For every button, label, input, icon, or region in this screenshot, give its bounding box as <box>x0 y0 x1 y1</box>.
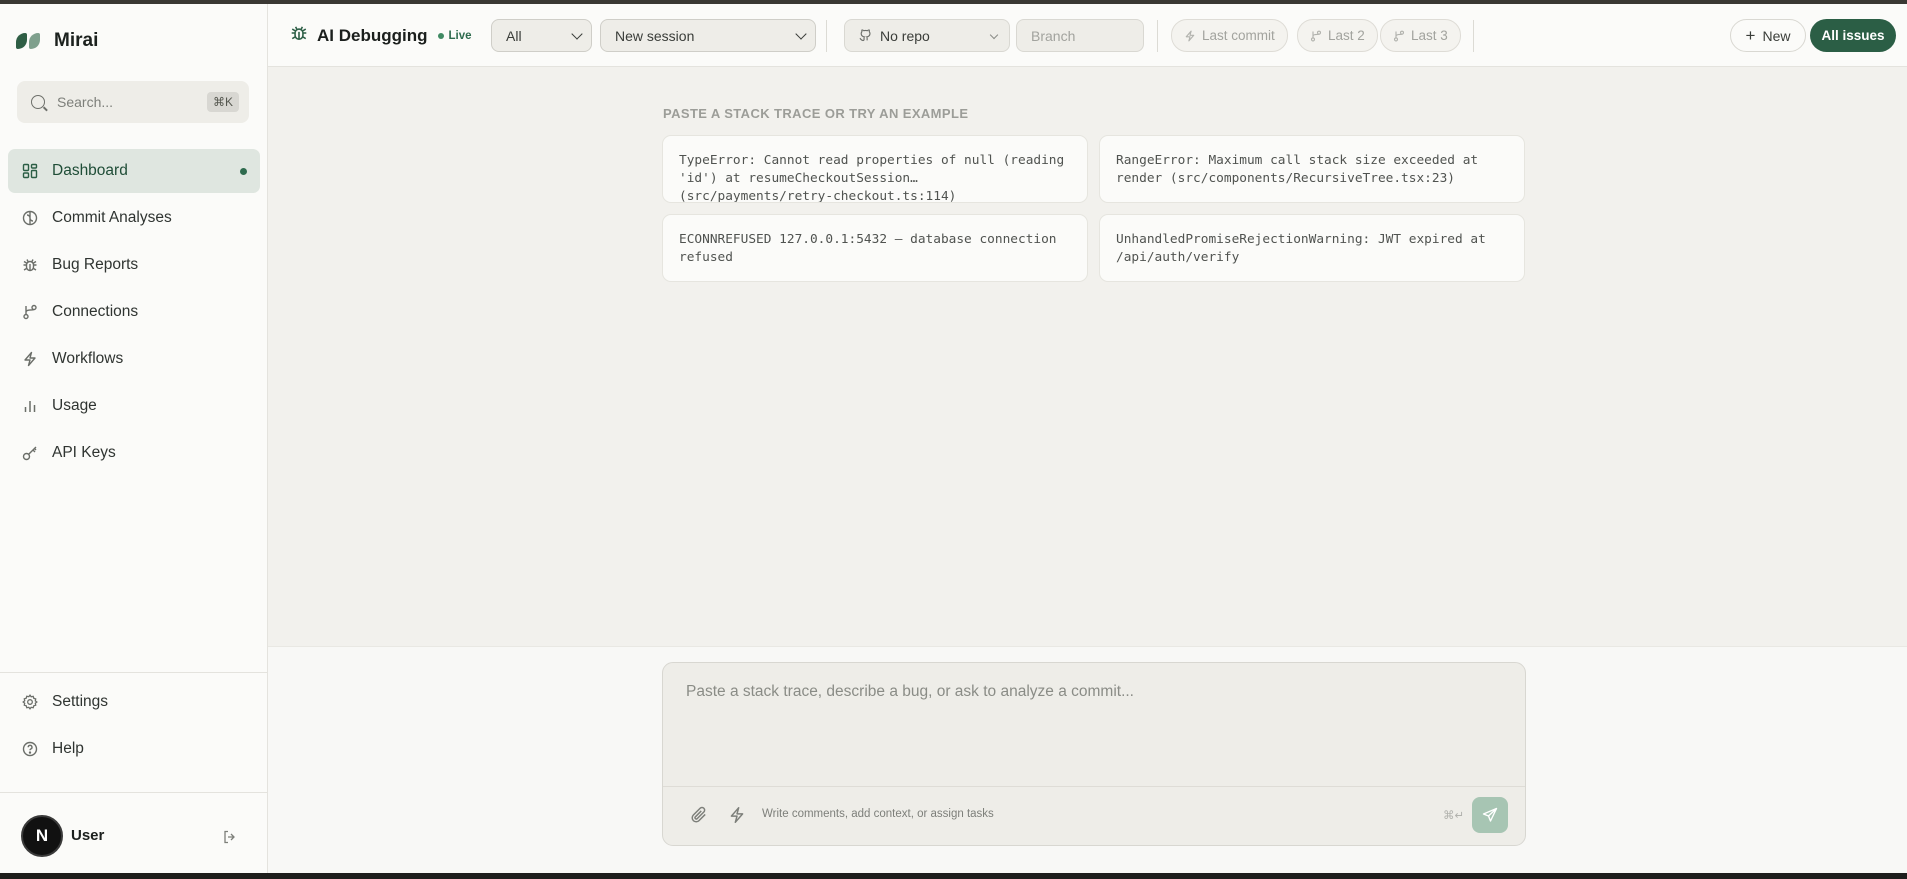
sidebar-item-label: Help <box>52 740 84 757</box>
sidebar-item-workflows[interactable]: Workflows <box>8 337 260 381</box>
example-card[interactable]: TypeError: Cannot read properties of nul… <box>662 135 1088 203</box>
logout-icon[interactable] <box>222 829 238 845</box>
live-dot <box>438 32 445 39</box>
branch-placeholder: Branch <box>1031 27 1076 44</box>
sidebar-item-label: API Keys <box>52 444 116 461</box>
page-title: AI Debugging <box>317 25 428 45</box>
bolt-icon <box>22 351 38 367</box>
last-commit-label: Last commit <box>1202 28 1275 43</box>
sidebar-item-bug-reports[interactable]: Bug Reports <box>8 243 260 287</box>
bug-icon <box>290 24 308 47</box>
page-title-group: AI Debugging Live <box>290 24 472 47</box>
search-input[interactable]: Search... ⌘K <box>17 81 249 123</box>
divider <box>1473 20 1474 52</box>
last-3-button[interactable]: Last 3 <box>1380 19 1461 52</box>
dashboard-icon <box>22 163 38 179</box>
github-icon <box>859 29 872 42</box>
user-profile: N User <box>0 792 268 872</box>
help-icon <box>22 741 38 757</box>
search-shortcut: ⌘K <box>206 92 239 112</box>
composer-divider <box>663 786 1525 787</box>
window-bottom-strip <box>0 873 1907 879</box>
example-card[interactable]: ECONNREFUSED 127.0.0.1:5432 — database c… <box>662 214 1088 282</box>
session-select[interactable]: New session <box>600 19 816 52</box>
example-card[interactable]: UnhandledPromiseRejectionWarning: JWT ex… <box>1099 214 1525 282</box>
sidebar-item-label: Settings <box>52 693 109 710</box>
last-2-label: Last 2 <box>1328 28 1365 43</box>
last-3-label: Last 3 <box>1411 28 1448 43</box>
example-card[interactable]: RangeError: Maximum call stack size exce… <box>1099 135 1525 203</box>
status-badge: Live <box>438 29 472 42</box>
brand[interactable]: Mirai <box>16 30 98 52</box>
new-button-label: New <box>1762 27 1791 44</box>
all-issues-label: All issues <box>1821 28 1885 43</box>
plus-icon: + <box>1745 26 1756 45</box>
composer-input[interactable]: Paste a stack trace, describe a bug, or … <box>686 683 1134 701</box>
sidebar-item-connections[interactable]: Connections <box>8 290 260 334</box>
bar-chart-icon <box>22 398 38 414</box>
sidebar-item-label: Commit Analyses <box>52 209 172 226</box>
bolt-icon <box>1185 30 1195 41</box>
sidebar-nav: Dashboard Commit Analyses Bug Reports Co… <box>8 149 260 478</box>
session-select-value: New session <box>615 27 695 44</box>
examples-heading: PASTE A STACK TRACE OR TRY AN EXAMPLE <box>663 106 969 121</box>
brand-name: Mirai <box>54 30 99 51</box>
comment-input[interactable]: Write comments, add context, or assign t… <box>762 808 994 820</box>
status-label: Live <box>448 29 472 42</box>
sidebar-item-label: Usage <box>52 397 97 414</box>
last-commit-button[interactable]: Last commit <box>1171 19 1288 52</box>
sidebar-item-help[interactable]: Help <box>8 727 260 771</box>
search-placeholder: Search... <box>57 94 114 110</box>
all-issues-button[interactable]: All issues <box>1810 19 1896 52</box>
gear-icon <box>22 694 38 710</box>
divider <box>1157 20 1158 52</box>
sidebar-item-commit-analyses[interactable]: Commit Analyses <box>8 196 260 240</box>
sidebar-item-label: Dashboard <box>52 162 128 179</box>
sidebar-item-usage[interactable]: Usage <box>8 384 260 428</box>
sidebar: Mirai Search... ⌘K Dashboard Commit Anal… <box>0 4 268 873</box>
sidebar-item-api-keys[interactable]: API Keys <box>8 431 260 475</box>
sidebar-item-dashboard[interactable]: Dashboard <box>8 149 260 193</box>
sidebar-item-label: Bug Reports <box>52 256 139 273</box>
user-name: User <box>71 827 105 844</box>
sidebar-item-label: Connections <box>52 303 139 320</box>
send-button[interactable] <box>1472 797 1508 833</box>
chevron-down-icon <box>989 30 999 40</box>
new-button[interactable]: + New <box>1730 19 1806 52</box>
search-icon <box>31 95 45 109</box>
filter-select-value: All <box>506 27 522 44</box>
branch-icon <box>1310 30 1322 41</box>
send-shortcut-hint: ⌘↵ <box>1443 810 1465 822</box>
chevron-down-icon <box>795 28 807 40</box>
branch-input[interactable]: Branch <box>1016 19 1144 52</box>
top-header: AI Debugging Live All New session No rep… <box>268 4 1907 67</box>
filter-select[interactable]: All <box>491 19 592 52</box>
connections-icon <box>22 304 38 320</box>
sidebar-footer-nav: Settings Help <box>0 672 268 774</box>
bug-icon <box>22 257 38 273</box>
divider <box>826 20 827 52</box>
branch-icon <box>1393 30 1405 41</box>
sidebar-item-settings[interactable]: Settings <box>8 680 260 724</box>
sidebar-item-label: Workflows <box>52 350 124 367</box>
chat-composer: Paste a stack trace, describe a bug, or … <box>662 662 1526 846</box>
attach-icon[interactable] <box>690 806 708 824</box>
send-icon <box>1482 807 1498 822</box>
repo-select[interactable]: No repo <box>844 19 1010 52</box>
repo-select-value: No repo <box>880 27 930 44</box>
active-indicator-dot <box>240 168 247 175</box>
bolt-icon[interactable] <box>728 806 746 824</box>
mirai-logo-icon <box>16 31 44 51</box>
commit-analyses-icon <box>22 210 38 226</box>
chevron-down-icon <box>571 28 583 40</box>
last-2-button[interactable]: Last 2 <box>1297 19 1378 52</box>
key-icon <box>22 445 38 461</box>
avatar[interactable]: N <box>21 815 63 857</box>
